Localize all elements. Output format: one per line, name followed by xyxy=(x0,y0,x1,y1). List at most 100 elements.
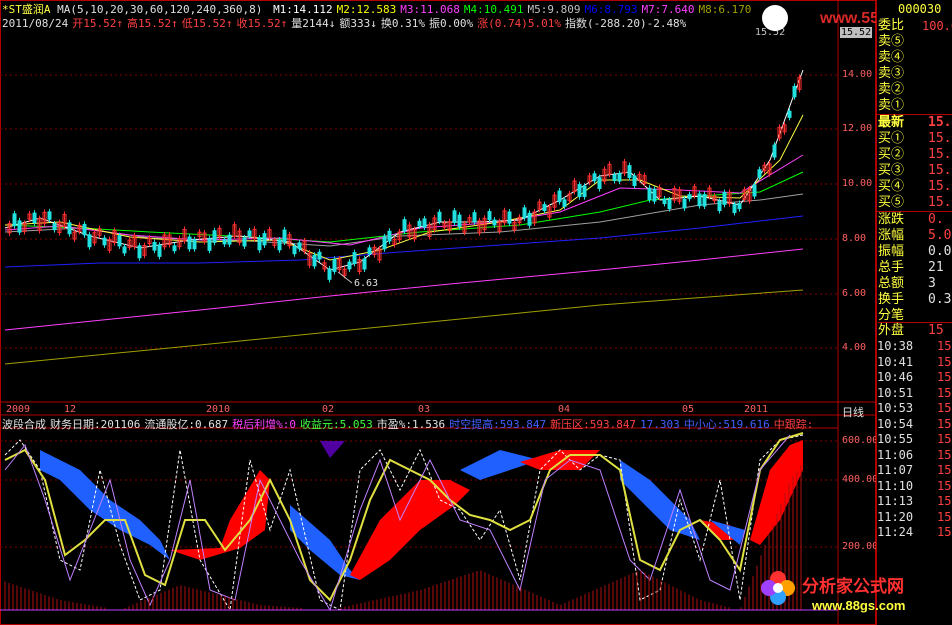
bid-value: 15. xyxy=(928,131,952,146)
logo-name: 分析家公式网 xyxy=(802,577,904,596)
tick-row: 10:55 15 xyxy=(877,432,951,447)
tick-time: 10:51 xyxy=(877,385,914,400)
tick-row: 10:51 15 xyxy=(877,385,951,401)
candle-body xyxy=(697,193,702,207)
tick-price: 15 xyxy=(937,525,952,539)
tick-time: 10:54 xyxy=(877,416,914,431)
candle-body xyxy=(582,185,587,198)
ma-value-8: M8:6.170 xyxy=(698,3,752,16)
candle-body xyxy=(172,245,177,252)
stat-value: 21 xyxy=(928,260,944,275)
ask-1[interactable]: 卖① xyxy=(878,98,952,114)
tick-price: 15 xyxy=(937,463,952,477)
ask-label: 卖① xyxy=(878,98,905,113)
quote-change: 涨(0.74)5.01% xyxy=(477,17,561,30)
quote-turnover: 换0.31% xyxy=(380,17,425,30)
tick-price: 15 xyxy=(937,416,952,431)
tick-row: 11:13 15 xyxy=(877,494,951,509)
candle-body xyxy=(207,238,212,251)
val3: 17.303 xyxy=(640,418,680,431)
candle-body xyxy=(87,234,92,248)
bid-label: 买⑤ xyxy=(878,195,905,210)
bid-2[interactable]: 买② 15. xyxy=(878,147,952,163)
bid-1[interactable]: 买① 15. xyxy=(878,131,952,147)
candle-body xyxy=(757,169,762,178)
indicator-ribbon xyxy=(40,440,803,580)
y-label: 12.00 xyxy=(842,123,873,134)
quote-high: 高15.52↑ xyxy=(126,17,178,30)
candle-body xyxy=(472,212,477,223)
candle-body xyxy=(187,236,192,250)
candle-body xyxy=(772,144,777,158)
quote-index: 指数(-288.20)-2.48% xyxy=(564,17,687,30)
candle-body xyxy=(592,173,597,182)
candle-body xyxy=(627,165,632,179)
stat-label: 总额 xyxy=(878,276,905,291)
ma8-line xyxy=(4,289,804,365)
candle-body xyxy=(312,254,317,267)
indicator-name[interactable]: 波段合成 xyxy=(2,418,46,431)
bid-5[interactable]: 买⑤ 15. xyxy=(878,195,952,211)
tick-price: 15 xyxy=(937,354,952,369)
tick-time: 10:46 xyxy=(877,370,914,384)
candle-body xyxy=(292,245,297,255)
x-label: 2009 xyxy=(6,404,31,415)
candle-body xyxy=(242,237,247,247)
chart-canvas[interactable] xyxy=(0,0,876,625)
tick-row: 10:54 15 xyxy=(877,416,951,432)
outer-value: 15 xyxy=(928,323,944,338)
tick-time: 11:24 xyxy=(877,525,914,539)
pe: 市盈%:1.536 xyxy=(376,418,446,431)
indicator-header: 波段合成 财务日期:201106 流通股亿:0.687 税后利增%:0 收益元:5.05… xyxy=(2,416,817,432)
ask-label: 卖③ xyxy=(878,66,905,81)
stat-value: 0. xyxy=(928,212,944,227)
candle-body xyxy=(752,184,757,197)
candle-body xyxy=(702,194,707,207)
tick-price: 15 xyxy=(937,494,952,508)
ask-5[interactable]: 卖⑤ xyxy=(878,34,952,50)
tick-price: 15 xyxy=(937,401,952,415)
ma1-line xyxy=(4,69,804,271)
tick-row: 10:41 15 xyxy=(877,354,951,370)
bid-4[interactable]: 买④ 15. xyxy=(878,179,952,195)
zone2: 新压区:593.847 xyxy=(550,418,637,431)
candle-body xyxy=(262,233,267,246)
ma7-line xyxy=(4,248,804,331)
bid-3[interactable]: 买③ 15. xyxy=(878,163,952,179)
bid-label: 买① xyxy=(878,131,905,146)
candle-body xyxy=(507,211,512,224)
candle-body xyxy=(667,199,672,210)
tick-row: 11:24 15 xyxy=(877,525,951,540)
candle-body xyxy=(722,192,727,205)
ask-2[interactable]: 卖② xyxy=(878,82,952,98)
bid-label: 买③ xyxy=(878,163,905,178)
candle-body xyxy=(717,200,722,212)
tick-time: 11:06 xyxy=(877,447,914,462)
candle-body xyxy=(387,230,392,242)
candle-body xyxy=(137,245,142,259)
candle-body xyxy=(612,174,617,182)
candle-body xyxy=(652,188,657,202)
x-label: 03 xyxy=(418,404,431,415)
candle-body xyxy=(597,177,602,189)
tick-time: 10:41 xyxy=(877,354,914,369)
candle-body xyxy=(32,212,37,224)
candle-body xyxy=(522,207,527,219)
candle-body xyxy=(52,223,57,231)
bid-value: 15. xyxy=(928,163,952,178)
y-label: 4.00 xyxy=(842,342,867,353)
x-label: 04 xyxy=(558,404,571,415)
period-selector[interactable]: 日线 xyxy=(842,404,864,420)
candle-body xyxy=(122,246,127,254)
tick-row: 11:06 15 xyxy=(877,447,951,463)
candle-body xyxy=(332,258,337,272)
y-label: 6.00 xyxy=(842,288,867,299)
candle-body xyxy=(157,244,162,257)
ask-3[interactable]: 卖③ xyxy=(878,66,952,82)
logo-url[interactable]: www.88gs.com xyxy=(812,598,905,613)
candle-body xyxy=(67,222,72,235)
stat-label: 振幅 xyxy=(878,244,905,259)
ask-4[interactable]: 卖④ xyxy=(878,50,952,66)
candle-body xyxy=(787,110,792,118)
candle-body xyxy=(17,220,22,233)
